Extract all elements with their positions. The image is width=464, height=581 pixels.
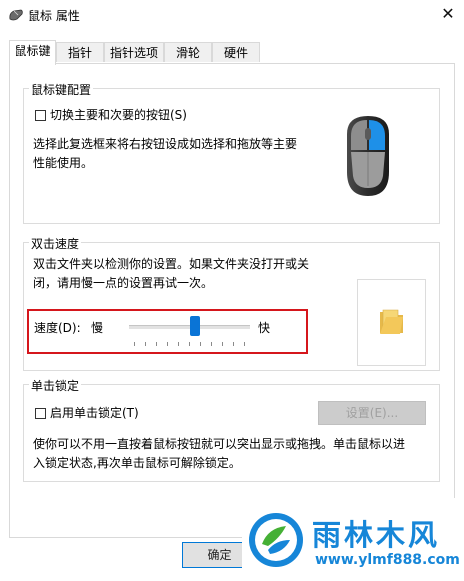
click-lock-checkbox[interactable]	[35, 408, 46, 419]
slider-tick	[200, 342, 201, 346]
slider-tick	[244, 342, 245, 346]
slider-ticks	[129, 342, 250, 347]
watermark-title: 雨林木风	[312, 518, 441, 552]
slow-label: 慢	[91, 321, 104, 335]
settings-button[interactable]: 设置(E)...	[318, 401, 426, 425]
slider-tick	[145, 342, 146, 346]
watermark-logo-icon	[246, 510, 306, 570]
slider-tick	[156, 342, 157, 346]
tab-pointers[interactable]: 指针	[56, 42, 104, 62]
tab-pointer-options[interactable]: 指针选项	[104, 42, 164, 62]
double-click-title: 双击速度	[29, 235, 82, 252]
tab-wheel[interactable]: 滑轮	[164, 42, 212, 62]
close-button[interactable]: ✕	[436, 2, 460, 26]
fast-label: 快	[258, 321, 271, 335]
mouse-illustration-icon	[343, 114, 393, 198]
slider-thumb[interactable]	[190, 316, 200, 336]
switch-description-line1: 选择此复选框来将右按钮设成如选择和拖放等主要	[33, 137, 298, 151]
button-config-title: 鼠标键配置	[29, 81, 94, 98]
switch-buttons-checkbox[interactable]	[35, 110, 46, 121]
title-bar: 鼠标 属性 ✕	[0, 0, 464, 30]
folder-icon[interactable]	[376, 306, 408, 336]
double-click-description-line1: 双击文件夹以检测你的设置。如果文件夹没打开或关	[33, 257, 310, 271]
tab-hardware[interactable]: 硬件	[212, 42, 260, 62]
tab-buttons[interactable]: 鼠标键	[9, 40, 56, 65]
speed-label: 速度(D):	[34, 321, 81, 335]
slider-tick	[222, 342, 223, 346]
switch-buttons-label[interactable]: 切换主要和次要的按钮(S)	[50, 105, 187, 125]
slider-tick	[211, 342, 212, 346]
tab-strip: 鼠标键 指针 指针选项 滑轮 硬件	[0, 40, 464, 65]
slider-tick	[167, 342, 168, 346]
watermark-url: www.ylmf888.com	[315, 552, 460, 568]
slider-tick	[134, 342, 135, 346]
watermark: 雨林木风 www.ylmf888.com	[242, 498, 464, 581]
click-lock-title: 单击锁定	[29, 377, 82, 394]
switch-description-line2: 性能使用。	[33, 156, 94, 170]
mouse-icon	[8, 9, 24, 21]
slider-tick	[233, 342, 234, 346]
speed-slider[interactable]	[129, 316, 250, 350]
double-click-description-line2: 闭，请用慢一点的设置再试一次。	[33, 276, 214, 290]
click-lock-description-line2: 入锁定状态,再次单击鼠标可解除锁定。	[33, 456, 241, 470]
test-folder-frame[interactable]	[357, 279, 426, 366]
slider-tick	[178, 342, 179, 346]
slider-tick	[189, 342, 190, 346]
click-lock-description-line1: 使你可以不用一直按着鼠标按钮就可以突出显示或拖拽。单击鼠标以进	[33, 437, 406, 451]
window-title: 鼠标 属性	[28, 9, 80, 23]
click-lock-label[interactable]: 启用单击锁定(T)	[50, 403, 139, 423]
